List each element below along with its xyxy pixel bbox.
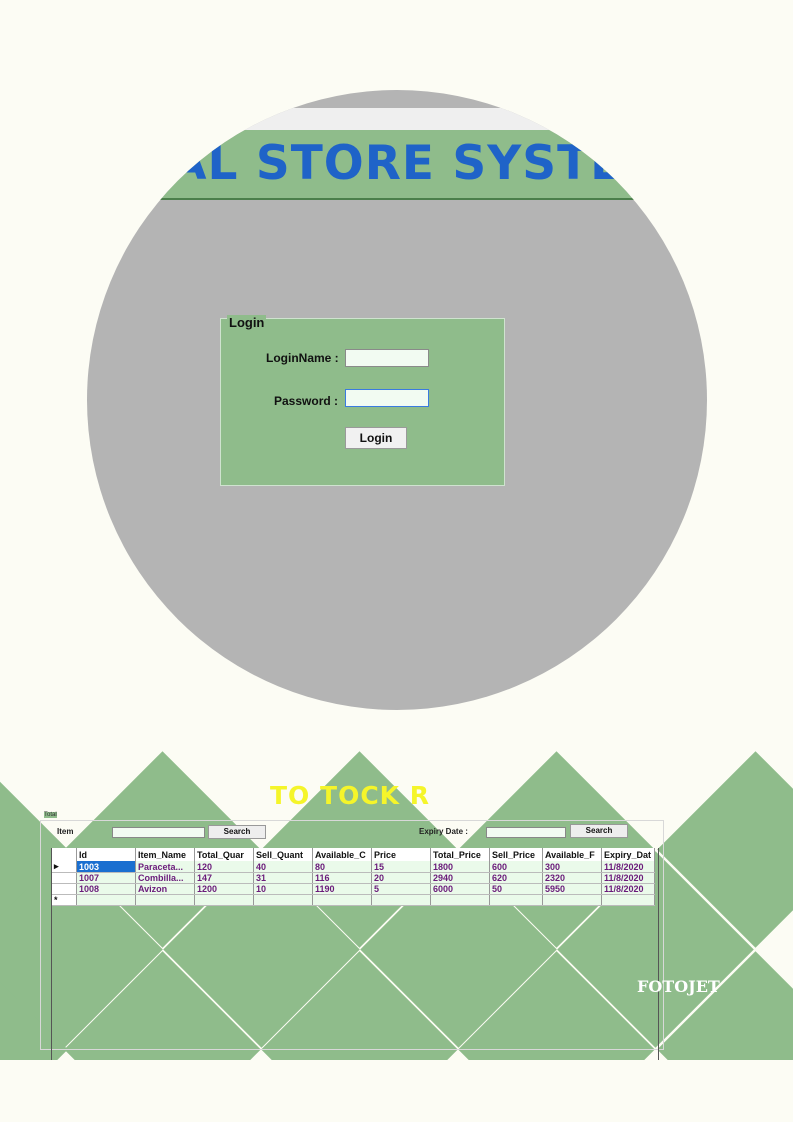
column-header[interactable]: Available_F [542, 848, 602, 861]
table-cell[interactable] [371, 894, 431, 906]
column-header[interactable]: Price [371, 848, 431, 861]
row-selector[interactable] [52, 883, 77, 895]
login-screenshot: CAL STORE SYSTE Login LoginName : Passwo… [87, 90, 707, 710]
row-header-corner [52, 848, 77, 861]
fotojet-watermark: FOTOJET [637, 977, 720, 996]
table-cell[interactable] [312, 894, 372, 906]
table-cell[interactable]: 15 [371, 861, 431, 873]
table-cell[interactable]: 300 [542, 861, 602, 873]
stock-table: Id Item_Name Total_Quar Sell_Quant Avail… [52, 848, 655, 906]
table-cell[interactable] [430, 894, 490, 906]
table-cell[interactable] [253, 894, 313, 906]
column-header[interactable]: Sell_Quant [253, 848, 313, 861]
table-header-row: Id Item_Name Total_Quar Sell_Quant Avail… [52, 848, 655, 861]
table-cell[interactable]: 50 [489, 883, 543, 895]
row-selector[interactable] [52, 872, 77, 884]
table-cell[interactable]: 5950 [542, 883, 602, 895]
table-cell[interactable]: 5 [371, 883, 431, 895]
table-row[interactable]: ▸ 1003 Paraceta... 120 40 80 15 1800 600… [52, 861, 655, 873]
table-new-row[interactable]: * [52, 894, 655, 906]
login-button[interactable]: Login [345, 427, 407, 449]
table-cell[interactable] [194, 894, 254, 906]
column-header[interactable]: Total_Quar [194, 848, 254, 861]
table-cell[interactable]: 620 [489, 872, 543, 884]
expiry-search-button[interactable]: Search [570, 824, 628, 838]
table-cell[interactable]: 1200 [194, 883, 254, 895]
table-cell[interactable]: Paraceta... [135, 861, 195, 873]
row-selector-icon[interactable]: ▸ [52, 861, 77, 873]
column-header[interactable]: Item_Name [135, 848, 195, 861]
table-cell[interactable]: 6000 [430, 883, 490, 895]
table-cell[interactable]: Avizon [135, 883, 195, 895]
table-cell[interactable] [601, 894, 655, 906]
password-label: Password : [274, 394, 339, 408]
table-cell[interactable]: 1190 [312, 883, 372, 895]
item-label: Item [57, 827, 74, 836]
table-cell[interactable]: 11/8/2020 [601, 861, 655, 873]
table-cell[interactable]: 120 [194, 861, 254, 873]
column-header[interactable]: Available_C [312, 848, 372, 861]
table-cell[interactable]: 2320 [542, 872, 602, 884]
table-cell[interactable]: 31 [253, 872, 313, 884]
table-cell[interactable]: 116 [312, 872, 372, 884]
table-cell[interactable]: 2940 [430, 872, 490, 884]
table-cell[interactable] [76, 894, 136, 906]
column-header[interactable]: Total_Price [430, 848, 490, 861]
login-name-input[interactable] [345, 349, 429, 367]
column-header[interactable]: Id [76, 848, 136, 861]
app-title: CAL STORE SYSTE [134, 136, 624, 191]
table-cell[interactable]: 600 [489, 861, 543, 873]
title-banner: CAL STORE SYSTE [87, 130, 707, 200]
window-topbar [87, 108, 707, 130]
login-groupbox: Login LoginName : Password : Login [220, 315, 505, 486]
table-cell[interactable]: 10 [253, 883, 313, 895]
column-header[interactable]: Expiry_Dat [601, 848, 655, 861]
table-row[interactable]: 1007 Combilla... 147 31 116 20 2940 620 … [52, 872, 655, 884]
item-search-button[interactable]: Search [208, 825, 266, 839]
item-search-input[interactable] [112, 827, 205, 838]
table-cell[interactable] [542, 894, 602, 906]
login-group-title: Login [227, 315, 267, 330]
column-header[interactable]: Sell_Price [489, 848, 543, 861]
table-cell[interactable]: 1003 [76, 861, 136, 873]
expiry-date-label: Expiry Date : [419, 827, 468, 836]
table-cell[interactable]: 20 [371, 872, 431, 884]
stock-group-title: Total [44, 812, 57, 818]
table-cell[interactable]: 80 [312, 861, 372, 873]
table-cell[interactable]: 1800 [430, 861, 490, 873]
login-name-label: LoginName : [266, 351, 339, 365]
stock-report-title: TO TOCK R [270, 781, 430, 810]
password-input[interactable] [345, 389, 429, 407]
table-cell[interactable] [489, 894, 543, 906]
expiry-date-input[interactable] [486, 827, 566, 838]
table-cell[interactable]: 11/8/2020 [601, 872, 655, 884]
table-cell[interactable]: 40 [253, 861, 313, 873]
table-cell[interactable]: 1007 [76, 872, 136, 884]
table-cell[interactable]: Combilla... [135, 872, 195, 884]
table-cell[interactable]: 147 [194, 872, 254, 884]
table-cell[interactable]: 1008 [76, 883, 136, 895]
new-row-icon[interactable]: * [52, 894, 77, 906]
table-row[interactable]: 1008 Avizon 1200 10 1190 5 6000 50 5950 … [52, 883, 655, 895]
table-cell[interactable] [135, 894, 195, 906]
stock-report-screenshot: TO TOCK R Total Item Search Expiry Date … [0, 740, 793, 1060]
stock-panel: Total Item Search Expiry Date : Search I… [40, 812, 665, 1060]
table-cell[interactable]: 11/8/2020 [601, 883, 655, 895]
